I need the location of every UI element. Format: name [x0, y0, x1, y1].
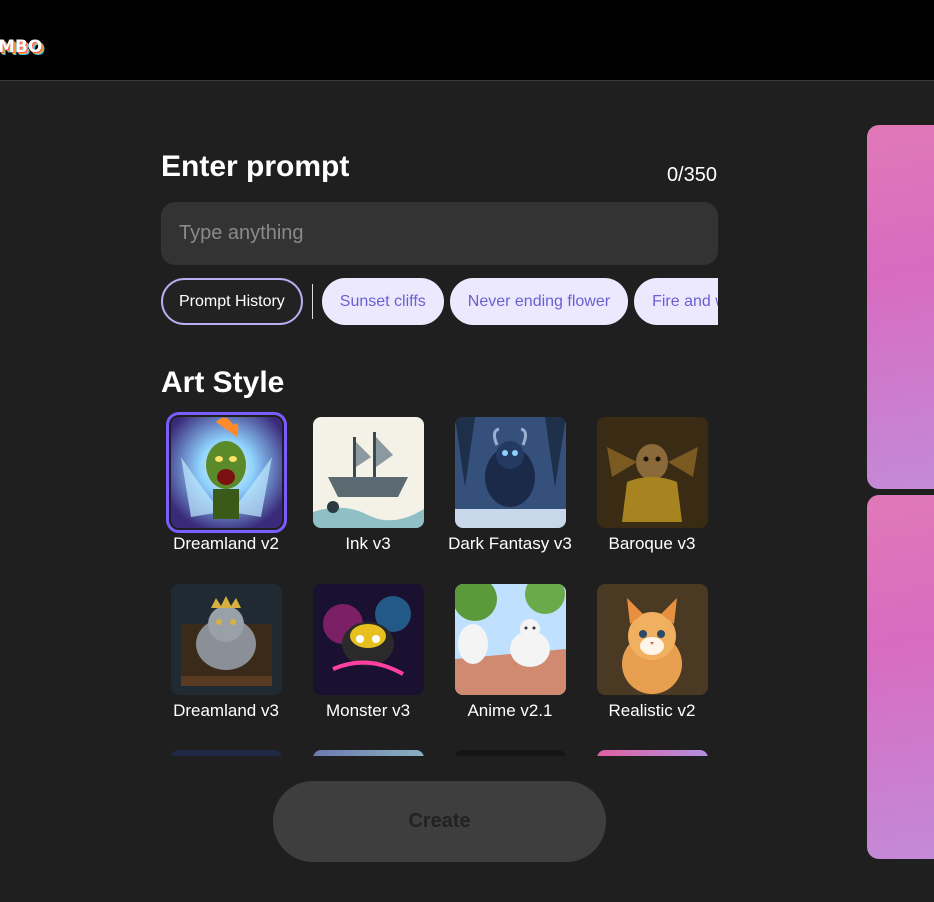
dreamland-v2-thumbnail: [165, 412, 287, 533]
style-label: Realistic v2: [608, 701, 696, 720]
style-label: Anime v2.1: [467, 701, 553, 720]
art-style-title: Art Style: [161, 366, 285, 399]
style-thumbnail: [596, 750, 708, 756]
baroque-v3-thumbnail: [596, 417, 708, 528]
preview-card[interactable]: [867, 495, 934, 859]
style-option-anime-v21[interactable]: Anime v2.1: [445, 584, 575, 721]
anime-v21-thumbnail: [454, 584, 566, 695]
ink-v3-thumbnail: [312, 417, 424, 528]
style-thumbnail: [454, 750, 566, 756]
style-option-baroque-v3[interactable]: Baroque v3: [587, 417, 717, 554]
style-option-row3[interactable]: [445, 750, 575, 756]
style-option-row3[interactable]: [161, 750, 291, 756]
style-option-row3[interactable]: [587, 750, 717, 756]
style-option-ink-v3[interactable]: Ink v3: [303, 417, 433, 554]
monster-v3-thumbnail: [312, 584, 424, 695]
char-counter: 0/350: [666, 164, 717, 186]
dreamland-v3-thumbnail: [170, 584, 282, 695]
style-label: Dreamland v2: [173, 534, 279, 553]
realistic-v2-thumbnail: [596, 584, 708, 695]
style-thumbnail: [312, 750, 424, 756]
suggestion-chip[interactable]: Never ending flower: [449, 278, 629, 325]
logo[interactable]: MBO: [0, 37, 42, 57]
top-bar: MBO: [0, 0, 934, 81]
preview-card[interactable]: [867, 125, 934, 489]
style-option-dreamland-v3[interactable]: Dreamland v3: [161, 584, 291, 721]
style-label: Dreamland v3: [173, 701, 279, 720]
style-option-dreamland-v2[interactable]: Dreamland v2: [161, 412, 291, 554]
style-label: Baroque v3: [608, 534, 696, 553]
chip-divider: [311, 284, 313, 319]
style-label: Dark Fantasy v3: [448, 534, 572, 553]
style-option-row3[interactable]: [303, 750, 433, 756]
style-option-monster-v3[interactable]: Monster v3: [303, 584, 433, 721]
style-thumbnail: [170, 750, 282, 756]
style-label: Ink v3: [345, 534, 391, 553]
suggestion-chip[interactable]: Sunset cliffs: [321, 278, 444, 325]
prompt-title: Enter prompt: [161, 150, 350, 183]
prompt-chips: Prompt History Sunset cliffs Never ending …: [161, 278, 718, 326]
dark-fantasy-v3-thumbnail: [454, 417, 566, 528]
prompt-input[interactable]: [161, 202, 718, 265]
style-label: Monster v3: [325, 701, 411, 720]
create-button[interactable]: Create: [273, 781, 606, 862]
prompt-history-button[interactable]: Prompt History: [161, 278, 303, 325]
suggestion-chip[interactable]: Fire and water: [634, 278, 718, 325]
style-option-dark-fantasy-v3[interactable]: Dark Fantasy v3: [445, 417, 575, 554]
style-option-realistic-v2[interactable]: Realistic v2: [587, 584, 717, 721]
art-style-grid: Dreamland v2 Ink v3 Dark Fantasy v3 Baro…: [161, 410, 718, 756]
